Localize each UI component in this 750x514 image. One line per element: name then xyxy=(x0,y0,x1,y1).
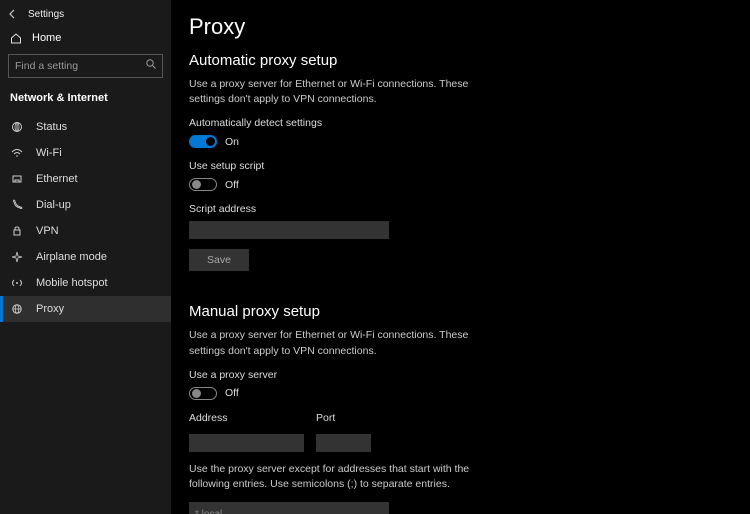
sidebar-item-hotspot[interactable]: Mobile hotspot xyxy=(0,270,171,296)
manual-desc: Use a proxy server for Ethernet or Wi-Fi… xyxy=(189,328,499,358)
sidebar-item-label: Status xyxy=(36,121,67,133)
sidebar-item-label: Proxy xyxy=(36,303,64,315)
sidebar-item-label: Ethernet xyxy=(36,173,78,185)
ethernet-icon xyxy=(10,173,24,185)
sidebar-item-proxy[interactable]: Proxy xyxy=(0,296,171,322)
sidebar-item-airplane[interactable]: Airplane mode xyxy=(0,244,171,270)
auto-save-button[interactable]: Save xyxy=(189,249,249,271)
sidebar-item-label: Dial-up xyxy=(36,199,71,211)
page-title: Proxy xyxy=(189,14,732,40)
section-header: Network & Internet xyxy=(0,88,171,114)
port-label: Port xyxy=(316,412,371,424)
sidebar: Settings Home Network & Internet Status xyxy=(0,0,171,514)
proxy-icon xyxy=(10,303,24,315)
sidebar-item-label: Wi-Fi xyxy=(36,147,62,159)
search-icon xyxy=(145,58,157,70)
exceptions-value: *.local xyxy=(195,509,222,514)
search-input[interactable] xyxy=(8,54,163,78)
address-label: Address xyxy=(189,412,304,424)
port-input[interactable] xyxy=(316,434,371,452)
auto-heading: Automatic proxy setup xyxy=(189,52,732,69)
wifi-icon xyxy=(10,147,24,159)
auto-desc: Use a proxy server for Ethernet or Wi-Fi… xyxy=(189,77,499,107)
hotspot-icon xyxy=(10,277,24,289)
use-proxy-state: Off xyxy=(225,387,239,399)
home-label: Home xyxy=(32,32,61,44)
home-nav[interactable]: Home xyxy=(0,24,171,54)
back-icon[interactable] xyxy=(8,9,18,19)
sidebar-item-label: VPN xyxy=(36,225,59,237)
auto-detect-toggle[interactable] xyxy=(189,135,217,148)
main-content: Proxy Automatic proxy setup Use a proxy … xyxy=(171,0,750,514)
script-address-input[interactable] xyxy=(189,221,389,239)
sidebar-item-vpn[interactable]: VPN xyxy=(0,218,171,244)
use-script-state: Off xyxy=(225,179,239,191)
titlebar: Settings xyxy=(0,4,171,24)
home-icon xyxy=(10,32,22,44)
nav-list: Status Wi-Fi Ethernet Dial-up VPN Airpla… xyxy=(0,114,171,322)
address-input[interactable] xyxy=(189,434,304,452)
status-icon xyxy=(10,121,24,133)
dialup-icon xyxy=(10,199,24,211)
airplane-icon xyxy=(10,251,24,263)
use-proxy-label: Use a proxy server xyxy=(189,369,732,381)
sidebar-item-wifi[interactable]: Wi-Fi xyxy=(0,140,171,166)
auto-detect-state: On xyxy=(225,136,239,148)
search-box[interactable] xyxy=(8,54,163,78)
sidebar-item-label: Airplane mode xyxy=(36,251,107,263)
sidebar-item-status[interactable]: Status xyxy=(0,114,171,140)
exceptions-desc: Use the proxy server except for addresse… xyxy=(189,462,509,492)
sidebar-item-dialup[interactable]: Dial-up xyxy=(0,192,171,218)
auto-detect-label: Automatically detect settings xyxy=(189,117,732,129)
script-address-label: Script address xyxy=(189,203,732,215)
manual-heading: Manual proxy setup xyxy=(189,303,732,320)
app-title: Settings xyxy=(28,9,64,20)
sidebar-item-ethernet[interactable]: Ethernet xyxy=(0,166,171,192)
exceptions-input[interactable]: *.local xyxy=(189,502,389,514)
use-script-toggle[interactable] xyxy=(189,178,217,191)
use-proxy-toggle[interactable] xyxy=(189,387,217,400)
sidebar-item-label: Mobile hotspot xyxy=(36,277,108,289)
use-script-label: Use setup script xyxy=(189,160,732,172)
vpn-icon xyxy=(10,225,24,237)
